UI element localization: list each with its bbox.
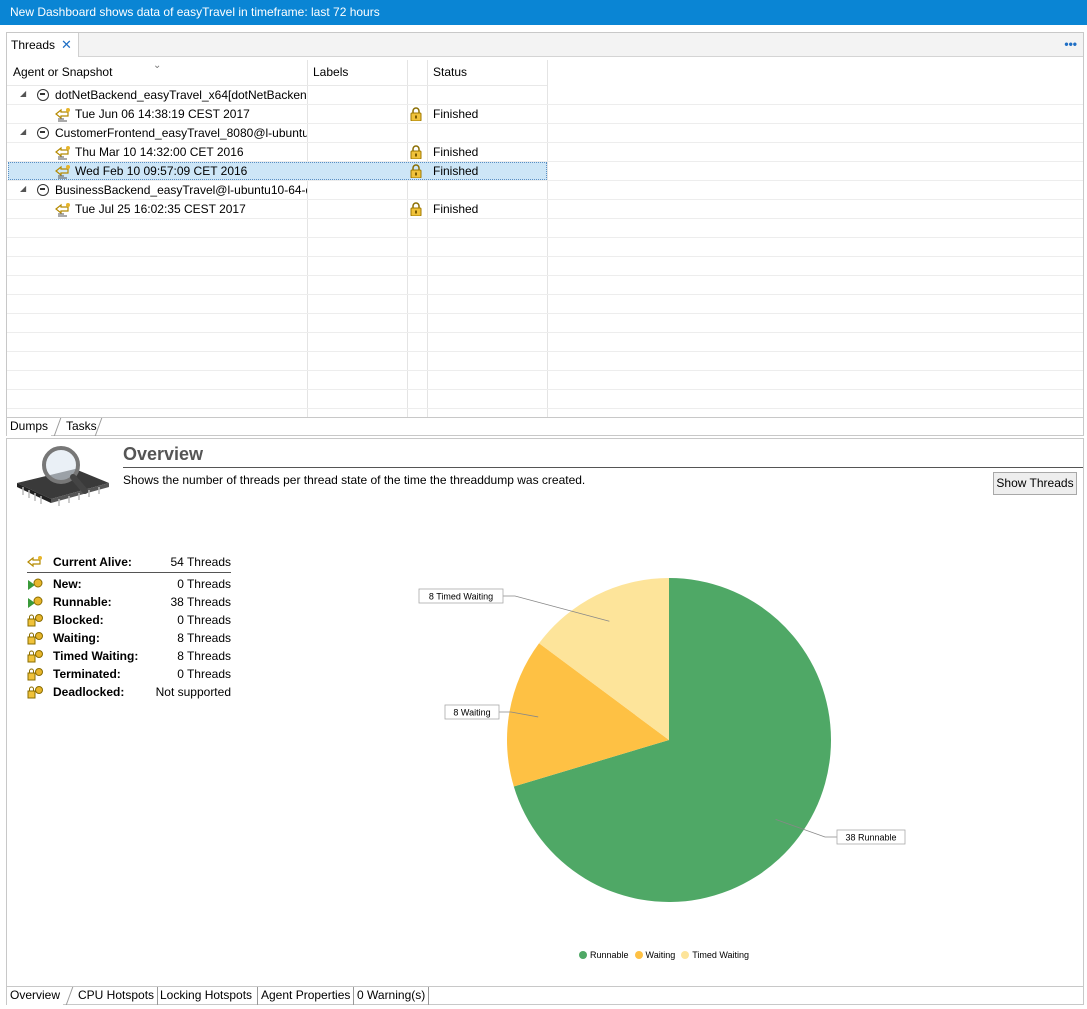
tab-tasks[interactable]: Tasks: [63, 418, 100, 436]
agent-label: dotNetBackend_easyTravel_x64[dotNetBacke…: [55, 88, 307, 102]
thread-dump-icon: [55, 145, 71, 160]
agent-icon: [37, 127, 49, 139]
legend-label: Runnable: [590, 950, 629, 960]
snapshot-table: Agent or Snapshot ⌄ Labels Status ◢ dotNe…: [7, 60, 1083, 417]
status-text: Finished: [433, 107, 479, 121]
legend-item: Runnable: [579, 950, 629, 960]
tab-strip: Threads ✕ •••: [7, 33, 1083, 57]
agent-icon: [37, 184, 49, 196]
snapshot-label: Thu Mar 10 14:32:00 CET 2016: [75, 145, 244, 159]
tab-threads[interactable]: Threads ✕: [7, 33, 79, 57]
snapshot-label: Wed Feb 10 09:57:09 CET 2016: [75, 164, 248, 178]
more-options-icon[interactable]: •••: [1064, 37, 1077, 51]
tab-cpu-hotspots[interactable]: CPU Hotspots: [75, 987, 157, 1005]
tab-locking-hotspots[interactable]: Locking Hotspots: [157, 987, 255, 1005]
collapse-triangle-icon[interactable]: ◢: [20, 127, 26, 136]
dumps-tasks-tabs: Dumps Tasks: [7, 417, 1083, 436]
data-label: 8 Waiting: [453, 708, 490, 718]
column-header-agent[interactable]: Agent or Snapshot: [13, 60, 112, 85]
collapse-triangle-icon[interactable]: ◢: [20, 184, 26, 193]
thread-dump-icon: [55, 164, 71, 179]
chart-legend: Runnable Waiting Timed Waiting: [579, 950, 755, 960]
thread-dump-icon: [55, 202, 71, 217]
legend-label: Timed Waiting: [692, 950, 750, 960]
tab-dumps[interactable]: Dumps: [7, 418, 52, 436]
agent-row[interactable]: ◢ dotNetBackend_easyTravel_x64[dotNetBack…: [7, 86, 1083, 105]
legend-dot-icon: [681, 951, 690, 959]
collapse-triangle-icon[interactable]: ◢: [20, 89, 26, 98]
threads-panel: Threads ✕ ••• Agent or Snapshot ⌄ Labels …: [6, 32, 1084, 436]
snapshot-label: Tue Jun 06 14:38:19 CEST 2017: [75, 107, 250, 121]
thread-dump-icon: [55, 107, 71, 122]
snapshot-row[interactable]: Wed Feb 10 09:57:09 CET 2016 Finished: [7, 162, 1083, 181]
snapshot-row[interactable]: Thu Mar 10 14:32:00 CET 2016 Finished: [7, 143, 1083, 162]
overview-tabs: Overview CPU Hotspots Locking Hotspots A…: [7, 986, 1083, 1005]
overview-panel: Overview Shows the number of threads per…: [6, 438, 1084, 1005]
thread-state-pie-chart: 38 Runnable 8 Waiting 8 Timed Waiting: [418, 578, 906, 902]
data-label: 8 Timed Waiting: [429, 592, 493, 602]
legend-dot-icon: [634, 951, 643, 959]
agent-label: CustomerFrontend_easyTravel_8080@l-ubunt…: [55, 126, 307, 140]
status-text: Finished: [433, 145, 479, 159]
lock-icon: [410, 145, 422, 160]
status-text: Finished: [433, 202, 479, 216]
data-label: 38 Runnable: [845, 833, 896, 843]
tab-agent-properties[interactable]: Agent Properties: [258, 987, 353, 1005]
column-header-labels[interactable]: Labels: [313, 60, 348, 85]
sort-chevron-icon: ⌄: [153, 60, 162, 71]
agent-row[interactable]: ◢ BusinessBackend_easyTravel@l-ubuntu10-6…: [7, 181, 1083, 200]
agent-icon: [37, 89, 49, 101]
tab-overview[interactable]: Overview: [7, 987, 64, 1005]
tab-threads-label: Threads: [11, 38, 56, 52]
snapshot-label: Tue Jul 25 16:02:35 CEST 2017: [75, 202, 246, 216]
agent-row[interactable]: ◢ CustomerFrontend_easyTravel_8080@l-ubun…: [7, 124, 1083, 143]
legend-label: Waiting: [645, 950, 676, 960]
legend-item: Waiting: [634, 950, 676, 960]
agent-label: BusinessBackend_easyTravel@l-ubuntu10-64…: [55, 183, 307, 197]
column-header-status[interactable]: Status: [433, 60, 467, 85]
window-title: New Dashboard shows data of easyTravel i…: [0, 0, 1087, 25]
close-icon[interactable]: ✕: [61, 37, 72, 52]
lock-icon: [410, 202, 422, 217]
tab-warnings[interactable]: 0 Warning(s): [354, 987, 428, 1005]
snapshot-row[interactable]: Tue Jun 06 14:38:19 CEST 2017 Finished: [7, 105, 1083, 124]
lock-icon: [410, 164, 422, 179]
legend-item: Timed Waiting: [681, 950, 749, 960]
legend-dot-icon: [579, 951, 587, 959]
snapshot-row[interactable]: Tue Jul 25 16:02:35 CEST 2017 Finished: [7, 200, 1083, 219]
lock-icon: [410, 107, 422, 122]
status-text: Finished: [433, 164, 479, 178]
